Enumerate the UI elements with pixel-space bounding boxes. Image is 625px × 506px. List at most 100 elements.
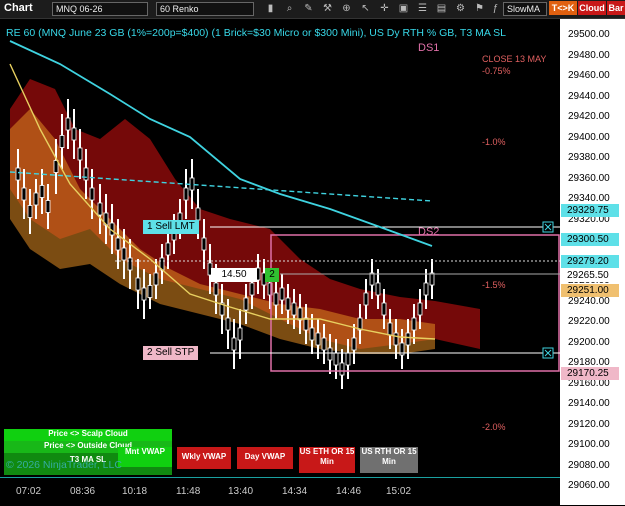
price-axis[interactable]: 29500.00 29480.00 29460.00 29440.00 29420.00… bbox=[560, 19, 625, 505]
renko-brick bbox=[115, 237, 121, 251]
search-icon[interactable]: ⌕ bbox=[283, 2, 296, 15]
renko-brick bbox=[231, 337, 237, 351]
renko-brick bbox=[273, 292, 279, 306]
alert-icon[interactable]: ⚑ bbox=[473, 2, 486, 15]
pct-label: -1.0% bbox=[482, 137, 506, 147]
legend-scalp-cloud: Price <> Scalp Cloud bbox=[4, 429, 172, 441]
renko-brick bbox=[83, 167, 89, 181]
sell-stop-order-label[interactable]: 2 Sell STP bbox=[143, 346, 199, 360]
renko-brick bbox=[393, 332, 399, 346]
legend-mnt-vwap: Mnt VWAP bbox=[118, 447, 172, 467]
renko-brick bbox=[321, 337, 327, 351]
renko-brick bbox=[121, 247, 127, 261]
price-tick: 29400.00 bbox=[568, 131, 610, 143]
renko-brick bbox=[201, 237, 207, 251]
indicator-icon[interactable]: ƒ bbox=[489, 2, 502, 15]
draw-tool-icon[interactable]: ✎ bbox=[302, 2, 315, 15]
zoom-icon[interactable]: ⊕ bbox=[340, 2, 353, 15]
renko-brick bbox=[141, 287, 147, 301]
sell-limit-order-label[interactable]: 1 Sell LMT bbox=[143, 220, 199, 234]
price-tick: 29200.00 bbox=[568, 336, 610, 348]
renko-brick bbox=[339, 362, 345, 376]
data-box-icon[interactable]: ▤ bbox=[435, 2, 448, 15]
legend-us-eth-or: US ETH OR 15 Min bbox=[299, 447, 355, 473]
legend-wkly-vwap: Wkly VWAP bbox=[177, 447, 231, 469]
renko-brick bbox=[291, 302, 297, 316]
renko-brick bbox=[89, 187, 95, 201]
price-tick: 29440.00 bbox=[568, 90, 610, 102]
close-label: CLOSE 13 MAY bbox=[482, 54, 547, 64]
wrench-icon[interactable]: ⚒ bbox=[321, 2, 334, 15]
instrument-selector[interactable]: MNQ 06-26 bbox=[52, 2, 148, 16]
bar-button[interactable]: Bar bbox=[607, 1, 625, 15]
renko-brick bbox=[345, 352, 351, 366]
price-tick: 29220.00 bbox=[568, 316, 610, 327]
legend-us-rth-or: US RTH OR 15 Min bbox=[360, 447, 418, 473]
legend-day-vwap: Day VWAP bbox=[237, 447, 293, 469]
pct-label: -1.5% bbox=[482, 280, 506, 290]
renko-brick bbox=[97, 202, 103, 216]
bar-type-selector[interactable]: 60 Renko bbox=[156, 2, 254, 16]
renko-brick bbox=[77, 147, 83, 161]
price-chart[interactable]: DS1 DS2 bbox=[0, 19, 560, 477]
renko-brick bbox=[279, 287, 285, 301]
price-tick: 29080.00 bbox=[568, 459, 610, 471]
renko-brick bbox=[45, 200, 51, 213]
time-tick: 11:48 bbox=[176, 486, 201, 497]
renko-brick bbox=[135, 277, 141, 291]
time-tick: 13:40 bbox=[228, 486, 254, 497]
position-quantity[interactable]: 2 bbox=[265, 268, 279, 282]
indicator-select[interactable]: SlowMA bbox=[503, 2, 547, 16]
price-tick: 29500.00 bbox=[568, 29, 610, 40]
renko-brick bbox=[363, 292, 369, 306]
price-tick: 29120.00 bbox=[568, 418, 610, 430]
ds2-label: DS2 bbox=[418, 226, 439, 238]
chart-title: Chart bbox=[4, 2, 33, 14]
renko-brick bbox=[303, 317, 309, 331]
price-tick: 29060.00 bbox=[568, 480, 610, 491]
renko-brick bbox=[127, 257, 133, 271]
template-icon[interactable]: ▣ bbox=[397, 2, 410, 15]
renko-brick bbox=[333, 352, 339, 366]
renko-brick bbox=[59, 135, 65, 148]
price-tick: 29140.00 bbox=[568, 398, 610, 409]
tk-button[interactable]: T<>K bbox=[549, 1, 577, 15]
chart-toolbar: Chart MNQ 06-26 60 Renko ▮ ⌕ ✎ ⚒ ⊕ ↖ ✛ ▣… bbox=[0, 0, 625, 19]
position-avg-price[interactable]: 14.50 bbox=[211, 268, 257, 282]
renko-brick bbox=[351, 337, 357, 351]
renko-brick bbox=[309, 327, 315, 341]
renko-brick bbox=[327, 347, 333, 361]
chart-header: RE 60 (MNQ June 23 GB (1%=200p=$400) (1 … bbox=[6, 27, 507, 39]
renko-brick bbox=[225, 317, 231, 331]
renko-brick bbox=[147, 285, 153, 298]
renko-brick bbox=[65, 117, 71, 131]
bar-chart-icon[interactable]: ▮ bbox=[264, 2, 277, 15]
renko-brick bbox=[153, 272, 159, 286]
time-tick: 08:36 bbox=[70, 486, 96, 497]
renko-brick bbox=[423, 282, 429, 296]
price-tick: 29340.00 bbox=[568, 193, 610, 204]
crosshair-icon[interactable]: ✛ bbox=[378, 2, 391, 15]
renko-brick bbox=[243, 297, 249, 311]
cloud-button[interactable]: Cloud bbox=[578, 1, 606, 15]
renko-brick bbox=[249, 282, 255, 296]
price-marker-tag: 29251.00 bbox=[561, 284, 619, 298]
renko-brick bbox=[405, 332, 411, 346]
renko-brick bbox=[165, 242, 171, 256]
time-axis[interactable]: 07:02 08:36 10:18 11:48 13:40 14:34 14:46 15:02 bbox=[0, 477, 560, 506]
properties-icon[interactable]: ☰ bbox=[416, 2, 429, 15]
renko-brick bbox=[315, 332, 321, 346]
renko-brick bbox=[417, 302, 423, 316]
renko-brick bbox=[387, 322, 393, 336]
price-tick: 29380.00 bbox=[568, 152, 610, 163]
strategy-icon[interactable]: ⚙ bbox=[454, 2, 467, 15]
price-tick: 29360.00 bbox=[568, 172, 610, 184]
cursor-icon[interactable]: ↖ bbox=[359, 2, 372, 15]
renko-brick bbox=[71, 127, 77, 141]
renko-brick bbox=[39, 185, 45, 198]
time-tick: 15:02 bbox=[386, 486, 412, 497]
price-tick: 29460.00 bbox=[568, 70, 610, 81]
renko-brick bbox=[183, 187, 189, 201]
ds1-label: DS1 bbox=[418, 42, 439, 54]
price-tick: 29100.00 bbox=[568, 439, 610, 450]
